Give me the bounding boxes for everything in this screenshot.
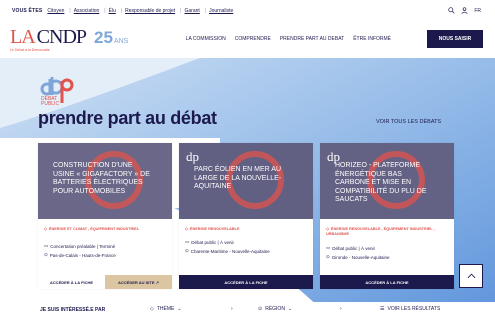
card-title: HORIZEO - PLATEFORME ÉNERGÉTIQUE BAS CAR… — [335, 162, 427, 203]
link-elu[interactable]: Élu — [109, 8, 116, 14]
site-header: LA CNDP 25 ANS Le Débat à la Démocratie … — [0, 22, 495, 58]
anniversary-suffix: ANS — [113, 38, 129, 45]
language-selector[interactable]: FR — [474, 8, 481, 14]
scroll-to-top-button[interactable] — [459, 264, 483, 288]
tag-icon: ◇ — [150, 306, 154, 312]
debate-card[interactable]: dp PARC ÉOLIEN EN MER AU LARGE DE LA NOU… — [179, 143, 313, 289]
link-citoyen[interactable]: Citoyen — [47, 8, 64, 14]
tag-icon: ◇ — [326, 227, 329, 231]
filter-label: JE SUIS INTÉRESSÉ.E PAR — [40, 307, 106, 313]
card-status: ▭ Débat public | À venir — [326, 245, 375, 251]
chevron-right-icon[interactable]: › — [340, 306, 342, 312]
calendar-icon: ▭ — [44, 243, 49, 248]
debate-card[interactable]: CONSTRUCTION D'UNE USINE « GIGAFACTORY »… — [38, 143, 172, 289]
debat-public-label: DÉBAT PUBLIC — [41, 96, 60, 107]
chevron-down-icon: ⌄ — [177, 306, 182, 312]
region-dropdown[interactable]: ⊙ RÉGION ⌄ — [258, 306, 292, 312]
card-tags: ◇ ÉNERGIE RENOUVELABLE — [185, 227, 240, 231]
card-status: ▭ Débat public | À venir — [185, 239, 234, 245]
interest-filter-bar: JE SUIS INTÉRESSÉ.E PAR ◇ THÈME ⌄ › ⊙ RÉGIO… — [0, 302, 495, 318]
card-website-button[interactable]: ACCÉDER AU SITE ↗ — [105, 275, 172, 289]
card-image: CONSTRUCTION D'UNE USINE « GIGAFACTORY »… — [38, 143, 172, 219]
tag-icon: ◇ — [44, 227, 47, 231]
link-journaliste[interactable]: Journaliste — [209, 8, 233, 14]
link-association[interactable]: Association — [74, 8, 100, 14]
nav-prendre-part[interactable]: PRENDRE PART AU DEBAT — [280, 36, 344, 42]
card-location: ⊙ Gironde - Nouvelle-Aquitaine — [326, 254, 390, 260]
card-image: dp HORIZEO - PLATEFORME ÉNERGÉTIQUE BAS … — [320, 143, 454, 219]
card-dp-logo: dp — [186, 149, 199, 164]
card-details-button[interactable]: ACCÉDER À LA FICHE — [320, 275, 454, 289]
main-nav: LA COMMISSION COMPRENDRE PRENDRE PART AU… — [186, 36, 391, 42]
card-details-button[interactable]: ACCÉDER À LA FICHE — [38, 275, 105, 289]
see-results-button[interactable]: ☰ VOIR LES RÉSULTATS — [380, 306, 440, 312]
calendar-icon: ▭ — [326, 245, 331, 250]
link-responsable[interactable]: Responsable de projet — [125, 8, 175, 14]
calendar-icon: ▭ — [185, 239, 190, 244]
theme-dropdown[interactable]: ◇ THÈME ⌄ — [150, 306, 182, 312]
card-location: ⊙ Charente-Maritime - Nouvelle-Aquitaine — [185, 248, 270, 254]
location-pin-icon: ⊙ — [185, 248, 189, 253]
page-title: prendre part au débat — [38, 108, 217, 128]
you-are-label: VOUS ÊTES — [12, 8, 43, 14]
see-all-debates-link[interactable]: VOIR TOUS LES DÉBATS — [376, 119, 441, 125]
card-details-button[interactable]: ACCÉDER À LA FICHE — [179, 275, 313, 289]
chevron-down-icon: ⌄ — [287, 306, 293, 312]
tag-icon: ◇ — [185, 227, 188, 231]
anniversary-number: 25 — [94, 28, 113, 47]
card-tags: ◇ ÉNERGIE ET CLIMAT , ÉQUIPEMENT INDUSTRI… — [44, 227, 140, 231]
card-image: dp PARC ÉOLIEN EN MER AU LARGE DE LA NOU… — [179, 143, 313, 219]
nous-saisir-button[interactable]: NOUS SAISIR — [427, 30, 483, 48]
search-icon[interactable] — [448, 7, 455, 14]
logo-tagline: Le Débat à la Démocratie — [10, 48, 50, 52]
card-title: PARC ÉOLIEN EN MER AU LARGE DE LA NOUVEL… — [194, 166, 282, 190]
card-title: CONSTRUCTION D'UNE USINE « GIGAFACTORY »… — [53, 162, 150, 195]
card-tags: ◇ ÉNERGIE RENOUVELABLE , ÉQUIPEMENT INDUS… — [326, 227, 435, 236]
location-pin-icon: ⊙ — [44, 252, 48, 257]
nav-la-commission[interactable]: LA COMMISSION — [186, 36, 226, 42]
location-pin-icon: ⊙ — [258, 306, 263, 312]
chevron-up-icon — [467, 273, 475, 279]
utility-bar: VOUS ÊTES Citoyen | Association | Élu | Res… — [0, 0, 495, 22]
debate-card[interactable]: dp HORIZEO - PLATEFORME ÉNERGÉTIQUE BAS … — [320, 143, 454, 289]
list-icon: ☰ — [380, 306, 385, 312]
card-location: ⊙ Pas-de-Calais - Hauts-de-France — [44, 252, 116, 258]
nav-comprendre[interactable]: COMPRENDRE — [235, 36, 271, 42]
nav-etre-informe[interactable]: ÊTRE INFORMÉ — [353, 36, 391, 42]
cndp-logo[interactable]: LA CNDP 25 ANS — [10, 26, 128, 49]
location-pin-icon: ⊙ — [326, 254, 330, 259]
user-icon[interactable] — [461, 7, 468, 14]
chevron-right-icon[interactable]: › — [231, 306, 233, 312]
card-status: ▭ Concertation préalable | Terminé — [44, 243, 116, 249]
link-garant[interactable]: Garant — [184, 8, 199, 14]
